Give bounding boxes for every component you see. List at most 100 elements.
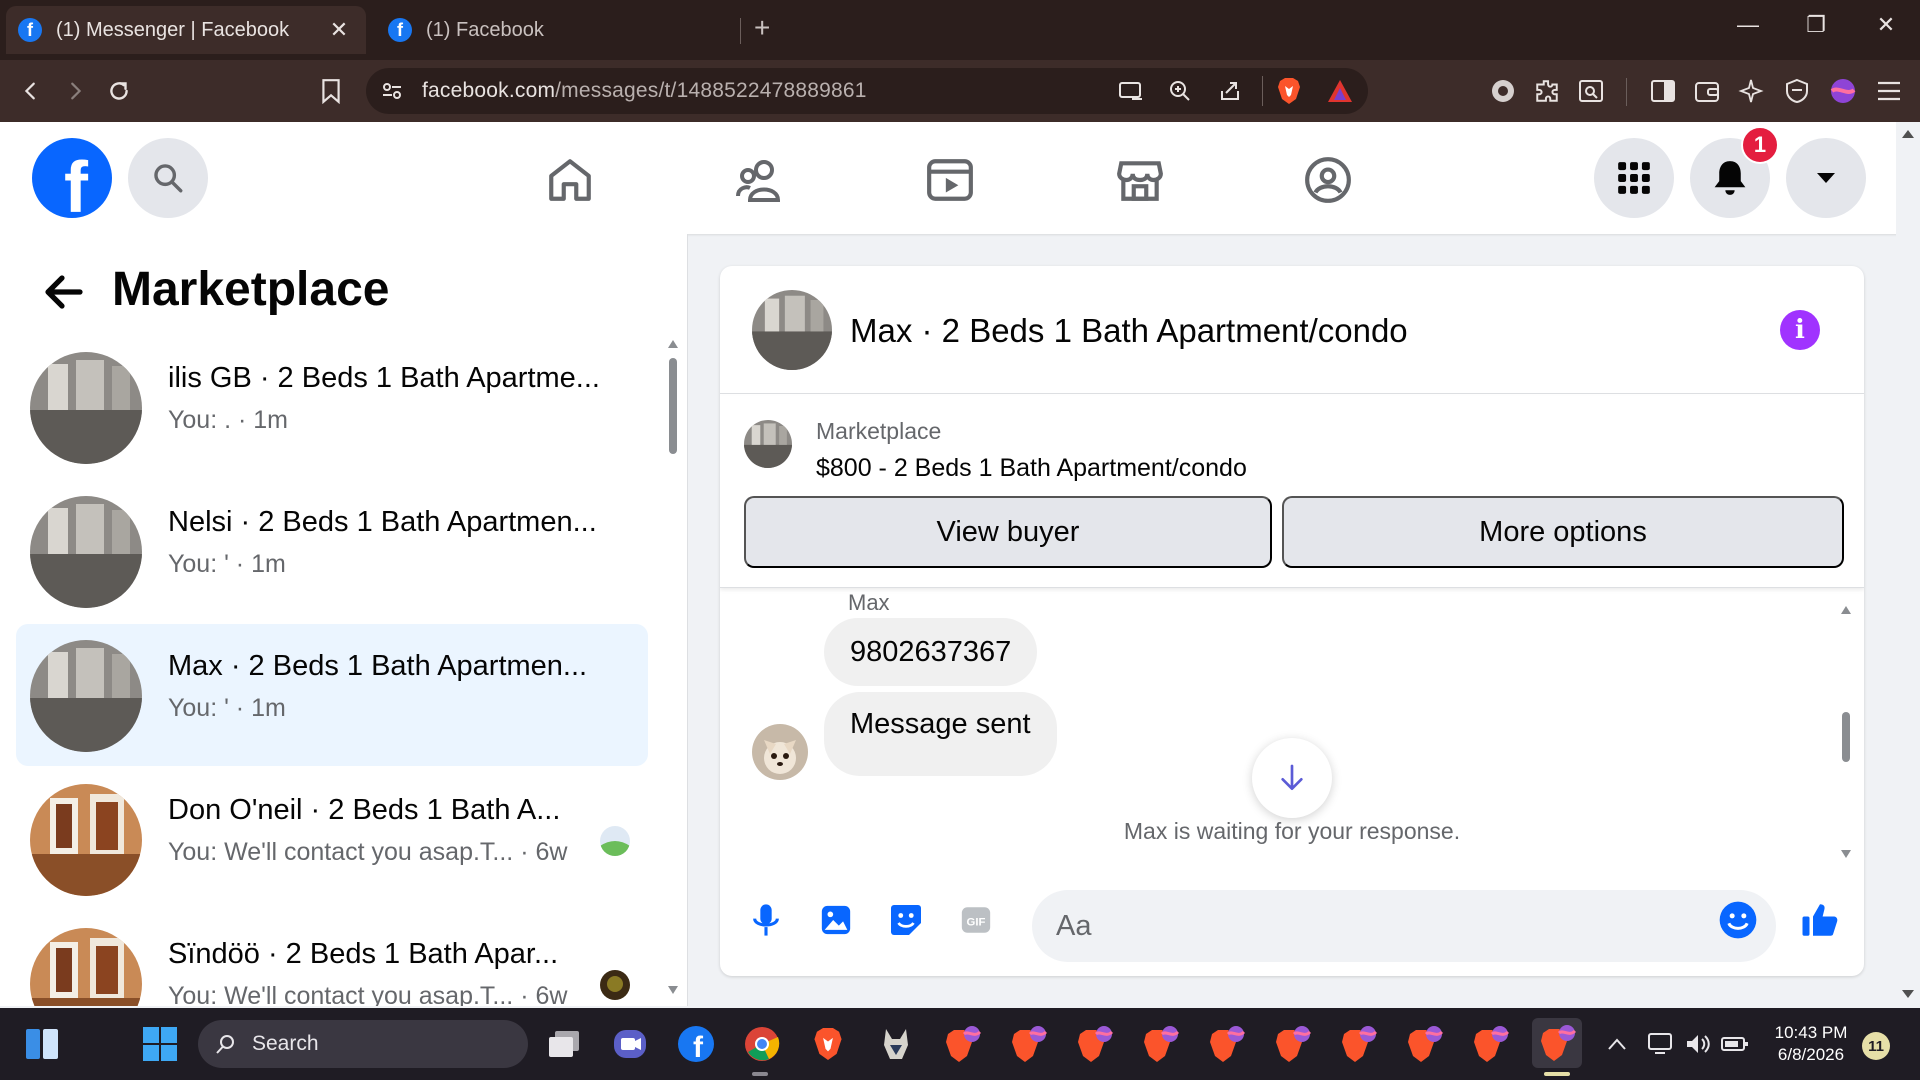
reader-mode-icon[interactable] [1574, 74, 1608, 108]
system-clock[interactable]: 10:43 PM 6/8/2026 [1752, 1022, 1870, 1066]
nav-marketplace[interactable] [1112, 152, 1168, 208]
restore-icon[interactable]: ❐ [1786, 12, 1846, 38]
nav-home[interactable] [542, 152, 598, 208]
voice-clip-button[interactable] [744, 898, 788, 942]
search-icon [154, 164, 183, 193]
battery-icon[interactable] [1718, 1022, 1752, 1066]
minimize-icon[interactable]: — [1718, 12, 1778, 38]
brave-profile-icon[interactable] [1270, 1022, 1314, 1066]
facebook-app-icon[interactable]: f [674, 1022, 718, 1066]
listing-thumbnail[interactable] [744, 420, 792, 468]
notification-center-badge[interactable]: 11 [1862, 1032, 1890, 1060]
address-bar[interactable]: facebook.com/messages/t/1488522478889861 [366, 68, 1368, 114]
conversation-item[interactable]: Nelsi · 2 Beds 1 Bath Apartmen... You: '… [16, 480, 648, 622]
start-button[interactable] [138, 1022, 182, 1066]
photo-icon [821, 905, 851, 935]
account-button[interactable] [1786, 138, 1866, 218]
message-scrollbar[interactable] [1838, 600, 1854, 866]
brave-shields-icon[interactable] [1276, 77, 1302, 105]
search-button[interactable] [128, 138, 208, 218]
info-icon[interactable]: i [1780, 310, 1820, 350]
conversation-item[interactable]: Sïndöö · 2 Beds 1 Bath Apar... You: We'l… [16, 912, 648, 1006]
conversation-item-selected[interactable]: Max · 2 Beds 1 Bath Apartmen... You: ' ·… [16, 624, 648, 766]
close-tab-icon[interactable]: ✕ [324, 17, 354, 43]
cast-icon[interactable] [1118, 79, 1144, 103]
site-settings-icon[interactable] [380, 79, 404, 103]
brave-profile-icon[interactable] [1006, 1022, 1050, 1066]
conversation-list-panel: Marketplace ilis GB · 2 Beds 1 Bath Apar… [0, 234, 688, 1006]
nav-watch[interactable] [922, 152, 978, 208]
zoom-icon[interactable] [1168, 79, 1192, 103]
task-view-icon[interactable] [542, 1022, 586, 1066]
more-options-button[interactable]: More options [1282, 496, 1844, 568]
view-buyer-button[interactable]: View buyer [744, 496, 1272, 568]
notification-badge: 1 [1741, 126, 1779, 164]
scroll-to-bottom-button[interactable] [1252, 738, 1332, 818]
brave-profile-icon[interactable] [1402, 1022, 1446, 1066]
extensions-icon[interactable] [1530, 74, 1564, 108]
brave-profile-icon[interactable] [1138, 1022, 1182, 1066]
menu-icon[interactable] [1872, 74, 1906, 108]
teams-icon[interactable] [608, 1022, 652, 1066]
brave-profile-icon[interactable] [1204, 1022, 1248, 1066]
sidebar-toggle-icon[interactable] [1646, 74, 1680, 108]
reload-icon[interactable] [102, 74, 136, 108]
widgets-icon[interactable] [20, 1022, 64, 1066]
taskbar-search[interactable]: Search [198, 1020, 528, 1068]
brave-rewards-icon[interactable] [1326, 78, 1354, 104]
listing-title[interactable]: $800 - 2 Beds 1 Bath Apartment/condo [816, 454, 1247, 483]
facebook-logo[interactable]: f [32, 138, 112, 218]
conversation-item[interactable]: Don O'neil · 2 Beds 1 Bath A... You: We'… [16, 768, 648, 910]
conversation-scrollbar[interactable] [666, 334, 680, 1000]
conversation-name: Max · 2 Beds 1 Bath Apartmen... [168, 650, 588, 682]
close-window-icon[interactable]: ✕ [1856, 12, 1916, 38]
conversation-item[interactable]: ilis GB · 2 Beds 1 Bath Apartme... You: … [16, 336, 648, 478]
volume-icon[interactable] [1682, 1022, 1716, 1066]
forward-icon[interactable] [58, 74, 92, 108]
brave-profile-icon[interactable] [940, 1022, 984, 1066]
message-thread: Max 9802637367 Message sent Max is waiti… [720, 588, 1864, 878]
brave-profile-icon[interactable] [1468, 1022, 1512, 1066]
network-icon[interactable] [1644, 1022, 1678, 1066]
message-bubble[interactable]: 9802637367 [824, 618, 1038, 686]
attach-photo-button[interactable] [814, 898, 858, 942]
chrome-icon[interactable] [740, 1022, 784, 1066]
tab-facebook[interactable]: f (1) Facebook [376, 6, 736, 54]
emoji-button[interactable] [1716, 898, 1760, 942]
page-scrollbar[interactable] [1896, 122, 1920, 1006]
back-icon[interactable] [14, 74, 48, 108]
profile-icon[interactable] [1826, 74, 1860, 108]
message-bubble[interactable]: Message sent [824, 692, 1057, 776]
game-app-icon[interactable] [874, 1022, 918, 1066]
chat-title[interactable]: Max · 2 Beds 1 Bath Apartment/condo [850, 312, 1408, 350]
chat-avatar[interactable] [752, 290, 832, 370]
nav-friends[interactable] [732, 152, 788, 208]
brave-profile-icon[interactable] [1072, 1022, 1116, 1066]
waiting-status: Max is waiting for your response. [1123, 818, 1461, 844]
clock-date: 6/8/2026 [1777, 1045, 1845, 1064]
share-icon[interactable] [1218, 79, 1242, 103]
conversation-name: ilis GB · 2 Beds 1 Bath Apartme... [168, 362, 600, 394]
like-button[interactable] [1798, 898, 1842, 942]
wallet-icon[interactable] [1690, 74, 1724, 108]
extension-record-icon[interactable] [1486, 74, 1520, 108]
brave-profile-icon[interactable] [1336, 1022, 1380, 1066]
nav-groups[interactable] [1300, 152, 1356, 208]
sticker-icon [891, 905, 921, 935]
brave-profile-icon-active[interactable] [1532, 1018, 1582, 1068]
participant-avatar [600, 826, 630, 856]
new-tab-icon[interactable]: + [754, 12, 770, 44]
bookmark-icon[interactable] [314, 74, 348, 108]
menu-button[interactable] [1594, 138, 1674, 218]
message-input[interactable] [1032, 890, 1776, 962]
brave-app-icon[interactable] [806, 1022, 850, 1066]
show-hidden-icons-icon[interactable] [1602, 1022, 1632, 1066]
tab-title: (1) Facebook [426, 18, 544, 41]
gif-button[interactable]: GIF [954, 898, 998, 942]
sticker-button[interactable] [884, 898, 928, 942]
sender-avatar[interactable] [752, 724, 808, 780]
vpn-icon[interactable] [1780, 74, 1814, 108]
back-button[interactable] [40, 268, 88, 316]
tab-messenger[interactable]: f (1) Messenger | Facebook ✕ [6, 6, 366, 54]
leo-ai-icon[interactable] [1734, 74, 1768, 108]
